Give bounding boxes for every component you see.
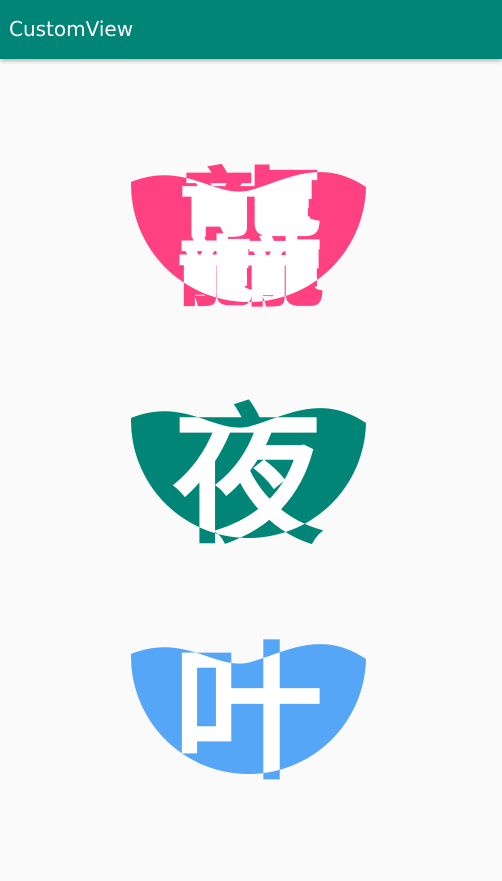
- wave-view-1-canvas: 龘 龘: [130, 155, 366, 329]
- wave-view-2: 夜 夜: [126, 351, 366, 591]
- wave-view-3: 叶 叶: [126, 587, 366, 827]
- app-title: CustomView: [9, 17, 134, 41]
- content-area: 龘 龘 夜 夜 叶 叶: [0, 59, 502, 881]
- wave-view-3-canvas: 叶 叶: [130, 627, 366, 801]
- wave-view-1: 龘 龘: [126, 115, 366, 355]
- app-bar: CustomView: [0, 0, 502, 59]
- wave-view-2-canvas: 夜 夜: [130, 391, 366, 565]
